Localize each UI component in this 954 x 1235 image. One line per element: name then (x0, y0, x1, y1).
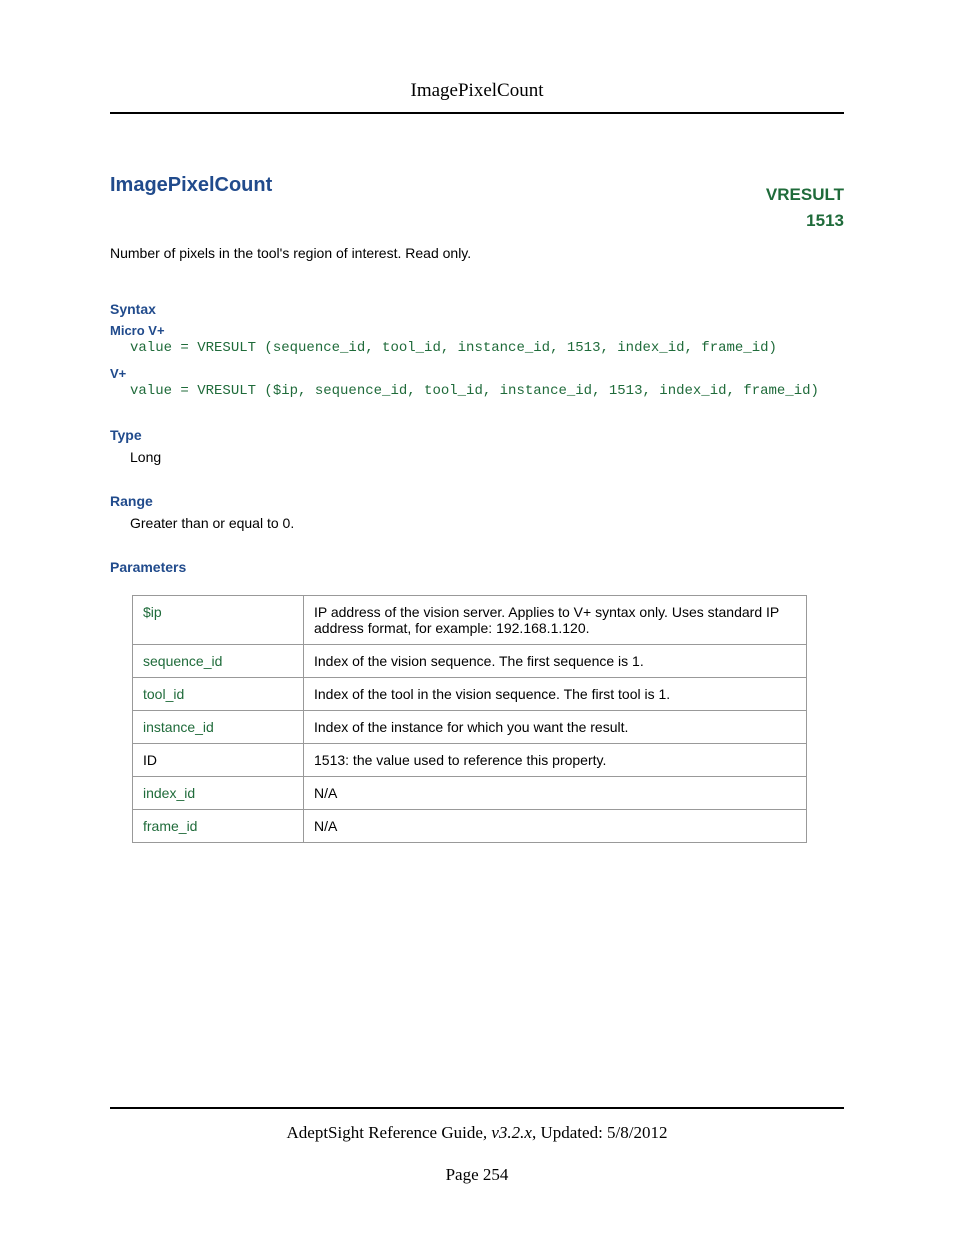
table-row: instance_id Index of the instance for wh… (133, 711, 807, 744)
vresult-box: VRESULT 1513 (766, 182, 844, 233)
parameters-label: Parameters (110, 559, 844, 575)
param-name: sequence_id (133, 645, 304, 678)
vresult-label: VRESULT (766, 182, 844, 208)
param-name: ID (133, 744, 304, 777)
footer-guide: AdeptSight Reference Guide (287, 1123, 483, 1142)
micro-vplus-code: value = VRESULT (sequence_id, tool_id, i… (130, 340, 844, 356)
vplus-label: V+ (110, 366, 844, 381)
range-label: Range (110, 493, 844, 509)
table-row: ID 1513: the value used to reference thi… (133, 744, 807, 777)
param-desc: Index of the vision sequence. The first … (304, 645, 807, 678)
header-title: ImagePixelCount (110, 80, 844, 102)
title-row: ImagePixelCount VRESULT 1513 (110, 174, 844, 233)
header-rule (110, 112, 844, 114)
param-name: $ip (133, 596, 304, 645)
param-name: index_id (133, 777, 304, 810)
param-name: instance_id (133, 711, 304, 744)
param-name: tool_id (133, 678, 304, 711)
param-desc: N/A (304, 810, 807, 843)
intro-text: Number of pixels in the tool's region of… (110, 245, 844, 261)
main-title: ImagePixelCount (110, 174, 272, 197)
param-name: frame_id (133, 810, 304, 843)
document-page: ImagePixelCount ImagePixelCount VRESULT … (0, 0, 954, 1235)
table-row: index_id N/A (133, 777, 807, 810)
range-value: Greater than or equal to 0. (130, 515, 844, 531)
vplus-code: value = VRESULT ($ip, sequence_id, tool_… (130, 383, 844, 399)
param-desc: IP address of the vision server. Applies… (304, 596, 807, 645)
syntax-label: Syntax (110, 301, 844, 317)
param-desc: N/A (304, 777, 807, 810)
parameters-table: $ip IP address of the vision server. App… (132, 595, 807, 843)
page-number: Page 254 (110, 1165, 844, 1185)
footer-line: AdeptSight Reference Guide, v3.2.x, Upda… (110, 1123, 844, 1143)
table-row: sequence_id Index of the vision sequence… (133, 645, 807, 678)
footer-updated: , Updated: 5/8/2012 (532, 1123, 668, 1142)
param-desc: Index of the instance for which you want… (304, 711, 807, 744)
table-row: $ip IP address of the vision server. App… (133, 596, 807, 645)
table-row: tool_id Index of the tool in the vision … (133, 678, 807, 711)
vresult-number: 1513 (766, 208, 844, 234)
param-desc: Index of the tool in the vision sequence… (304, 678, 807, 711)
footer-version: , v3.2.x (483, 1123, 532, 1142)
footer: AdeptSight Reference Guide, v3.2.x, Upda… (110, 1107, 844, 1185)
footer-rule (110, 1107, 844, 1109)
type-value: Long (130, 449, 844, 465)
type-label: Type (110, 427, 844, 443)
table-row: frame_id N/A (133, 810, 807, 843)
param-desc: 1513: the value used to reference this p… (304, 744, 807, 777)
micro-vplus-label: Micro V+ (110, 323, 844, 338)
